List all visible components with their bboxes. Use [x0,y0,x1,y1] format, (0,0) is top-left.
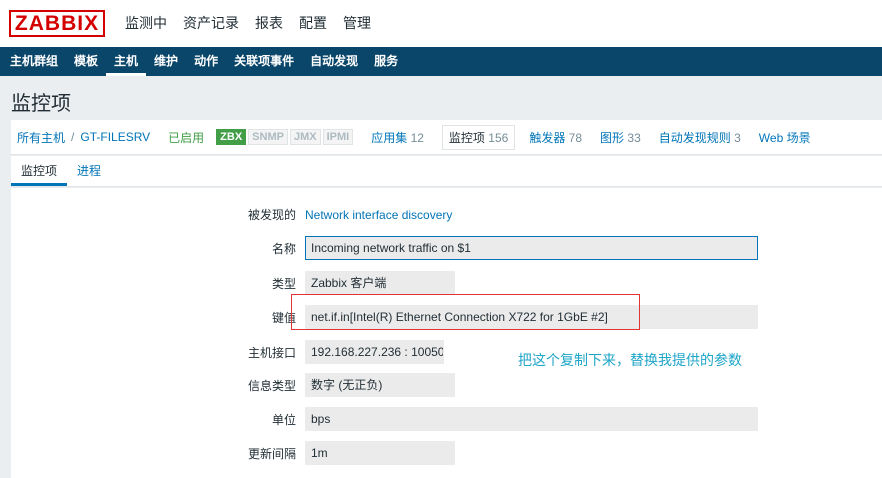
link-web-scenarios[interactable]: Web 场景 [759,129,811,146]
breadcrumb-separator: / [71,130,75,144]
link-triggers-count: 78 [568,130,583,145]
link-applications[interactable]: 应用集 12 [371,129,424,146]
topmenu-monitoring[interactable]: 监测中 [117,0,175,47]
top-menu: 监测中 资产记录 报表 配置 管理 [117,0,379,47]
link-graphs-label: 图形 [600,130,625,145]
row-discovered: 被发现的 Network interface discovery [11,202,882,228]
name-label: 名称 [271,242,296,256]
row-info-type: 信息类型 数字 (无正负) [11,373,882,399]
link-items-label: 监控项 [448,130,485,145]
host-status-badge[interactable]: 已启用 [168,129,204,146]
annotation-note: 把这个复制下来，替换我提供的参数 [518,352,742,368]
subnav-maintenance[interactable]: 维护 [146,47,186,76]
page-title: 监控项 [11,93,71,115]
row-key: 键值 net.if.in[Intel(R) Ethernet Connectio… [11,305,882,331]
interface-field[interactable]: 192.168.227.236 : 10050 [305,340,444,364]
interface-label: 主机接口 [247,346,296,360]
info-type-label: 信息类型 [247,379,296,393]
name-field[interactable]: Incoming network traffic on $1 [305,236,758,260]
link-web-scenarios-label: Web 场景 [758,130,811,145]
link-discovery-rules-count: 3 [734,130,741,145]
link-graphs[interactable]: 图形 33 [600,129,641,146]
breadcrumb-host[interactable]: GT-FILESRV [80,130,150,144]
key-field[interactable]: net.if.in[Intel(R) Ethernet Connection X… [305,305,758,329]
topmenu-inventory[interactable]: 资产记录 [175,0,247,47]
tag-ipmi: IPMI [322,129,354,145]
row-interval: 更新间隔 1m [11,441,882,467]
subnav-hosts[interactable]: 主机 [106,47,147,76]
topmenu-administration[interactable]: 管理 [335,0,379,47]
type-field[interactable]: Zabbix 客户端 [305,271,455,295]
availability-tags: ZBX SNMP JMX IPMI [216,129,355,145]
top-bar: ZABBIX 监测中 资产记录 报表 配置 管理 [0,0,882,47]
unit-field[interactable]: bps [305,407,758,431]
unit-label: 单位 [271,413,296,427]
row-name: 名称 Incoming network traffic on $1 [11,236,882,262]
topmenu-configuration[interactable]: 配置 [291,0,335,47]
link-items-count: 156 [488,130,509,145]
link-discovery-rules[interactable]: 自动发现规则 3 [659,129,741,146]
breadcrumb-all-hosts[interactable]: 所有主机 [17,129,65,146]
topmenu-reports[interactable]: 报表 [247,0,291,47]
row-unit: 单位 bps [11,407,882,433]
link-triggers[interactable]: 触发器 78 [529,129,582,146]
subnav-templates[interactable]: 模板 [66,47,106,76]
info-type-field[interactable]: 数字 (无正负) [305,373,455,397]
subnav-host-groups[interactable]: 主机群组 [2,47,66,76]
subnav-services[interactable]: 服务 [366,47,406,76]
link-discovery-rules-label: 自动发现规则 [658,130,731,145]
discovered-label: 被发现的 [247,208,296,222]
form-tabs: 监控项 进程 [11,156,882,187]
interval-label: 更新间隔 [247,447,296,461]
link-graphs-count: 33 [627,130,641,145]
subnav-event-correlation[interactable]: 关联项事件 [226,47,302,76]
subnav-actions[interactable]: 动作 [186,47,226,76]
interval-field[interactable]: 1m [305,441,455,465]
type-label: 类型 [271,277,296,291]
item-form: 被发现的 Network interface discovery 名称 Inco… [11,188,882,478]
key-label: 键值 [271,311,296,325]
zabbix-logo[interactable]: ZABBIX [9,10,105,37]
row-type: 类型 Zabbix 客户端 [11,271,882,297]
breadcrumb: 所有主机 / GT-FILESRV 已启用 ZBX SNMP JMX IPMI … [11,120,882,155]
link-applications-count: 12 [410,130,424,145]
row-interface: 主机接口 192.168.227.236 : 10050 [11,340,882,366]
link-applications-label: 应用集 [371,130,408,145]
tag-snmp: SNMP [248,129,288,145]
tab-preprocessing[interactable]: 进程 [67,156,111,186]
tab-item[interactable]: 监控项 [11,156,68,186]
sub-nav: 主机群组 模板 主机 维护 动作 关联项事件 自动发现 服务 [0,47,882,76]
discovery-rule-link[interactable]: Network interface discovery [305,202,452,228]
tag-jmx: JMX [289,129,321,145]
tag-zbx: ZBX [216,129,247,145]
link-items[interactable]: 监控项 156 [441,124,516,150]
link-triggers-label: 触发器 [529,130,566,145]
subnav-discovery[interactable]: 自动发现 [302,47,366,76]
